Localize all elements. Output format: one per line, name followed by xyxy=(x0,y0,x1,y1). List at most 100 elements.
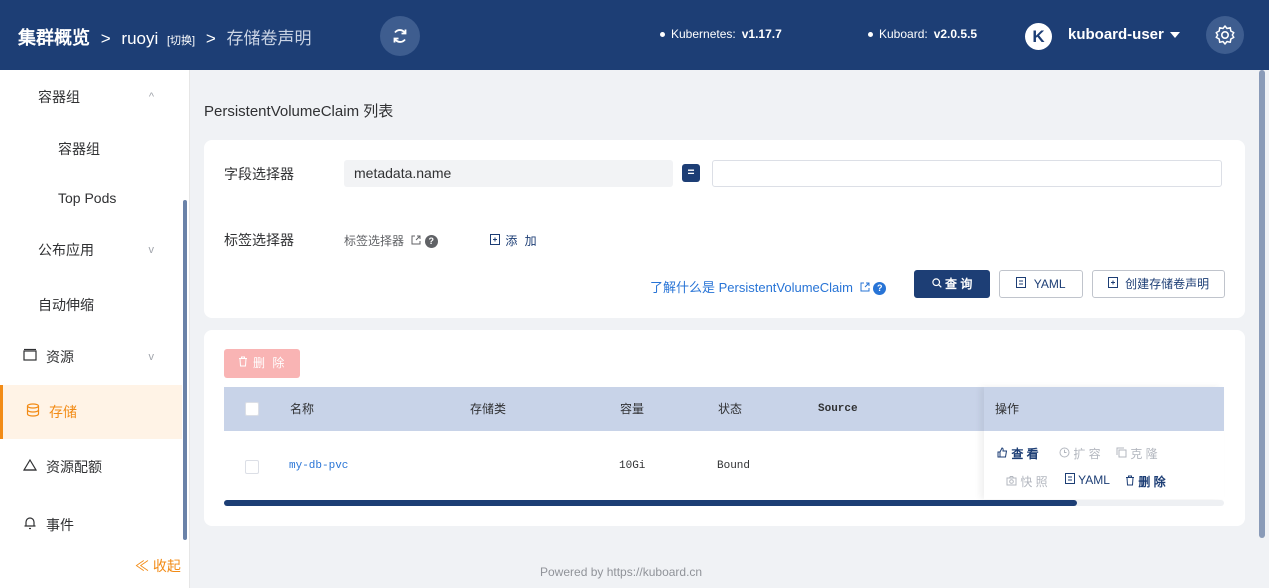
breadcrumb-separator: > xyxy=(100,29,111,48)
learn-pvc-link[interactable]: 了解什么是 PersistentVolumeClaim ? xyxy=(650,277,887,296)
sidebar-item-label: 事件 xyxy=(46,517,74,533)
field-selector-label: 字段选择器 xyxy=(224,166,294,182)
footer-powered-by[interactable]: Powered by https://kuboard.cn xyxy=(540,565,702,579)
chevron-down-icon: v xyxy=(148,244,155,256)
sidebar-item-autoscale[interactable]: 自动伸缩 xyxy=(0,278,182,332)
sidebar-item-resource-quota[interactable]: 资源配额 xyxy=(0,440,182,494)
breadcrumb-namespace[interactable]: ruoyi xyxy=(121,29,158,48)
kubernetes-version-value: v1.17.7 xyxy=(741,27,782,41)
user-name: kuboard-user xyxy=(1068,26,1164,43)
add-file-icon xyxy=(490,234,505,248)
select-all-checkbox[interactable] xyxy=(245,402,259,416)
sidebar-item-top-pods[interactable]: Top Pods xyxy=(0,171,182,225)
bell-icon xyxy=(22,498,38,552)
sidebar-item-label: 资源配额 xyxy=(46,459,102,475)
sidebar-item-label: 容器组 xyxy=(38,89,80,105)
help-icon: ? xyxy=(873,282,887,296)
row-checkbox[interactable] xyxy=(245,460,259,474)
main-vertical-scrollbar[interactable] xyxy=(1259,70,1265,538)
switch-namespace-link[interactable]: [切换] xyxy=(167,35,195,47)
row-delete-label: 删 除 xyxy=(1138,475,1166,489)
caret-down-icon xyxy=(1169,32,1180,39)
snapshot-button[interactable]: 快 照 xyxy=(1006,473,1048,490)
settings-button[interactable] xyxy=(1206,16,1244,54)
refresh-button[interactable] xyxy=(380,16,420,56)
create-pvc-label: 创建存储卷声明 xyxy=(1125,277,1210,291)
help-icon: ? xyxy=(424,235,438,249)
expand-button[interactable]: 扩 容 xyxy=(1059,445,1101,462)
copy-icon xyxy=(1116,447,1130,461)
label-selector-help[interactable]: 标签选择器 ? xyxy=(344,232,438,249)
page-title: PersistentVolumeClaim 列表 xyxy=(204,103,394,120)
actions-column: 查 看 扩 容 克 隆 快 照 YAML 删 除 xyxy=(984,387,1224,499)
sidebar-item-pod-group[interactable]: 容器组 ^ xyxy=(0,70,182,124)
sidebar-item-label: 容器组 xyxy=(58,141,100,157)
breadcrumb-cluster[interactable]: 集群概览 xyxy=(18,28,90,48)
column-header-name[interactable]: 名称 xyxy=(290,387,314,431)
operator-equals[interactable]: = xyxy=(682,164,700,182)
sidebar-item-label: 公布应用 xyxy=(38,242,94,258)
sidebar-item-pods[interactable]: 容器组 xyxy=(0,122,182,176)
sidebar-item-label: 自动伸缩 xyxy=(38,297,94,313)
sidebar-item-storage[interactable]: 存储 xyxy=(0,385,182,439)
bulk-delete-button[interactable]: 删 除 xyxy=(224,349,300,378)
column-header-status[interactable]: 状态 xyxy=(718,387,742,431)
camera-icon xyxy=(1006,475,1020,489)
column-header-storage-class[interactable]: 存储类 xyxy=(470,387,506,431)
file-icon xyxy=(1016,277,1029,291)
column-header-source[interactable]: Source xyxy=(818,387,858,431)
trash-icon xyxy=(1125,475,1138,489)
bulk-delete-label: 删 除 xyxy=(253,356,287,370)
learn-pvc-text: 了解什么是 PersistentVolumeClaim xyxy=(650,280,853,295)
expand-label: 扩 容 xyxy=(1073,447,1101,461)
breadcrumb-current-page: 存储卷声明 xyxy=(226,29,312,48)
clock-icon xyxy=(1059,447,1073,461)
file-icon xyxy=(1065,473,1078,487)
kuboard-version-value: v2.0.5.5 xyxy=(933,27,978,41)
yaml-label: YAML xyxy=(1033,277,1066,291)
sidebar-item-resources[interactable]: 资源 v xyxy=(0,330,182,384)
add-label-text: 添 加 xyxy=(505,234,539,248)
yaml-button[interactable]: YAML xyxy=(999,270,1083,298)
field-value-input[interactable] xyxy=(712,160,1222,187)
table-horizontal-scrollbar[interactable] xyxy=(224,500,1224,506)
sidebar-item-events[interactable]: 事件 xyxy=(0,498,182,552)
filter-panel: 字段选择器 metadata.name = 标签选择器 标签选择器 ? 添 加 … xyxy=(204,140,1245,318)
label-selector-text: 标签选择器 xyxy=(344,234,405,248)
create-pvc-button[interactable]: 创建存储卷声明 xyxy=(1092,270,1225,298)
gear-icon xyxy=(1215,25,1235,45)
top-header: 集群概览 > ruoyi [切换] > 存储卷声明 Kubernetes: v1.… xyxy=(0,0,1269,70)
sidebar-item-publish-app[interactable]: 公布应用 v xyxy=(0,223,182,277)
chevron-up-icon: ^ xyxy=(148,91,154,103)
user-menu[interactable]: kuboard-user xyxy=(1068,26,1180,43)
breadcrumb-separator: > xyxy=(205,29,216,48)
clone-button[interactable]: 克 隆 xyxy=(1116,445,1158,462)
collapse-sidebar-button[interactable]: ≪ 收起 xyxy=(135,556,181,576)
monitor-icon xyxy=(22,330,38,384)
sidebar-scrollbar[interactable] xyxy=(183,200,187,540)
scrollbar-thumb[interactable] xyxy=(224,500,1077,506)
refresh-icon xyxy=(393,29,407,43)
row-delete-button[interactable]: 删 除 xyxy=(1125,473,1166,490)
dot-icon xyxy=(660,32,665,38)
pvc-capacity: 10Gi xyxy=(619,460,646,472)
trash-icon xyxy=(238,356,253,370)
add-label-button[interactable]: 添 加 xyxy=(490,232,539,249)
field-selector-dropdown[interactable]: metadata.name xyxy=(344,160,673,187)
kubernetes-version: Kubernetes: v1.17.7 xyxy=(660,27,782,41)
external-link-icon xyxy=(411,234,424,248)
sidebar-item-label: 资源 xyxy=(46,349,74,365)
clone-label: 克 隆 xyxy=(1130,447,1158,461)
row-yaml-button[interactable]: YAML xyxy=(1065,473,1110,487)
kuboard-label: Kuboard: xyxy=(879,27,928,41)
kubernetes-label: Kubernetes: xyxy=(671,27,736,41)
kuboard-version: Kuboard: v2.0.5.5 xyxy=(868,27,977,41)
view-button[interactable]: 查 看 xyxy=(997,445,1039,462)
snapshot-label: 快 照 xyxy=(1020,475,1048,489)
pvc-name-link[interactable]: my-db-pvc xyxy=(289,460,348,472)
label-selector-label: 标签选择器 xyxy=(224,232,294,248)
query-button[interactable]: 查 询 xyxy=(914,270,990,298)
column-header-capacity[interactable]: 容量 xyxy=(620,387,644,431)
user-avatar[interactable]: K xyxy=(1025,23,1052,50)
sidebar-item-label: Top Pods xyxy=(58,190,117,206)
